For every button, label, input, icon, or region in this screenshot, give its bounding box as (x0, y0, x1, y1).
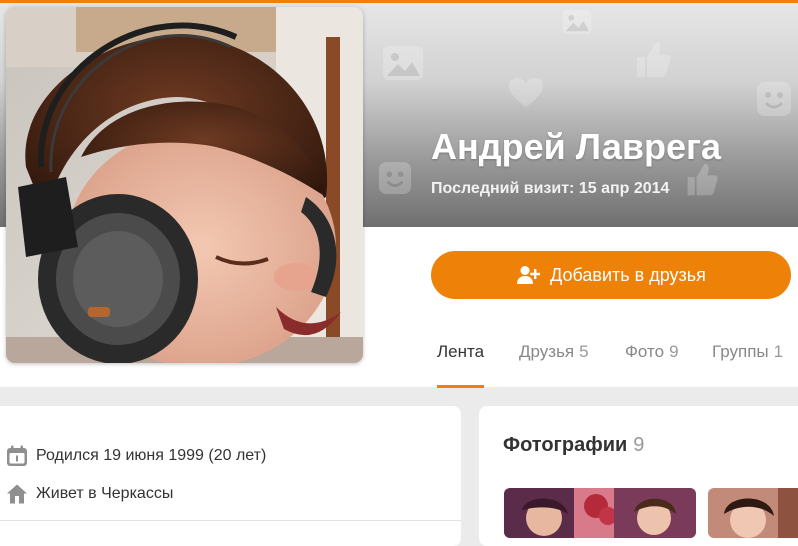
tab-feed[interactable]: Лента (437, 342, 485, 388)
tab-friends[interactable]: Друзья 5 (519, 342, 589, 388)
profile-tabs: Лента Друзья 5 Фото 9 Группы 1 (437, 342, 798, 388)
tab-label: Фото (625, 342, 665, 361)
tab-photos[interactable]: Фото 9 (625, 342, 679, 388)
tab-label: Лента (437, 342, 485, 361)
tab-count: 1 (773, 342, 784, 361)
lives-in-row: Живет в Черкассы (6, 483, 173, 505)
photo-icon (383, 46, 423, 80)
add-user-icon (517, 266, 541, 284)
calendar-icon (7, 445, 27, 466)
photos-count: 9 (633, 434, 645, 456)
tab-label: Друзья (519, 342, 575, 361)
avatar-image (6, 7, 363, 363)
profile-name: Андрей Лаврега (431, 126, 722, 167)
heart-icon (509, 78, 543, 107)
birthday-row: Родился 19 июня 1999 (20 лет) (6, 445, 266, 467)
info-divider (0, 520, 461, 521)
tab-count: 9 (669, 342, 679, 361)
avatar[interactable] (6, 7, 363, 363)
tab-groups[interactable]: Группы 1 (712, 342, 783, 388)
thumbs-up-icon (637, 42, 671, 77)
smile-icon (757, 82, 791, 116)
tab-label: Группы (712, 342, 769, 361)
photos-title-label: Фотографии (503, 434, 628, 456)
tab-count: 5 (579, 342, 589, 361)
info-card (0, 406, 461, 546)
smile-icon (378, 161, 412, 195)
last-visit-text: Последний визит: 15 апр 2014 (431, 180, 670, 197)
photo-icon (562, 9, 592, 35)
add-friend-label: Добавить в друзья (550, 264, 706, 285)
birthday-text: Родился 19 июня 1999 (20 лет) (36, 447, 267, 464)
home-icon (7, 484, 27, 504)
add-friend-button[interactable]: Добавить в друзья (431, 251, 791, 299)
lives-in-text: Живет в Черкассы (36, 485, 174, 502)
photos-section-title[interactable]: Фотографии 9 (503, 434, 644, 457)
